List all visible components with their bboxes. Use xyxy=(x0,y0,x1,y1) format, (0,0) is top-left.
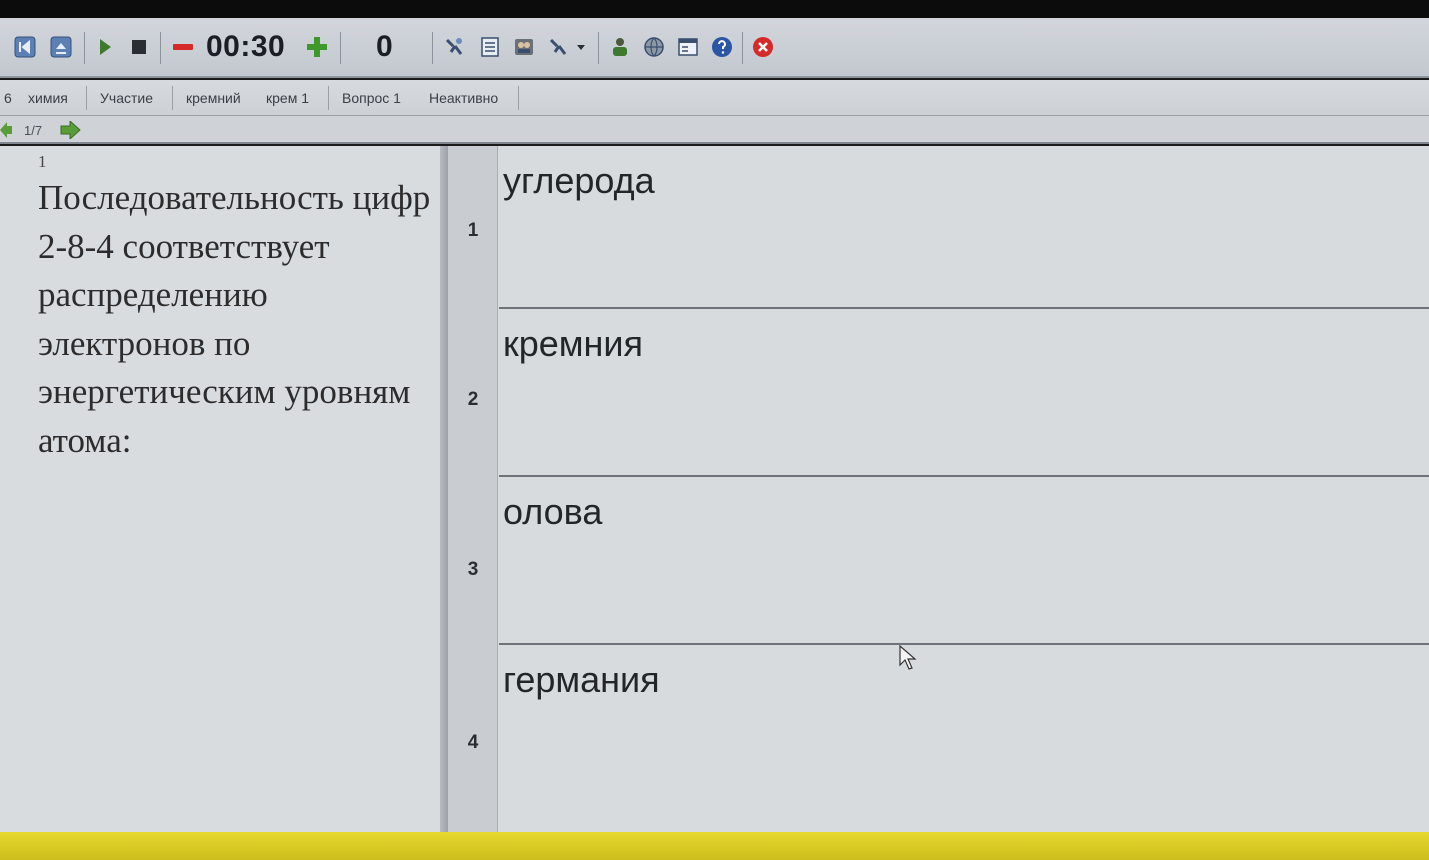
toolbar-separator xyxy=(432,32,433,64)
answer-list: 1 2 3 4 углерода кремния олова германия xyxy=(448,146,1429,832)
globe-icon[interactable] xyxy=(643,36,665,58)
first-page-icon[interactable] xyxy=(14,36,36,58)
timer-display: 00:30 xyxy=(206,30,286,63)
answer-number: 2 xyxy=(467,389,479,410)
answer-number: 1 xyxy=(467,220,479,241)
screen-bottom-edge xyxy=(0,832,1429,860)
answer-number-column: 1 2 3 4 xyxy=(448,146,498,832)
toolbar: 00:30 0 xyxy=(0,18,1429,78)
toolbar-separator xyxy=(742,32,743,64)
question-number: 1 xyxy=(38,152,47,171)
toolbar-separator xyxy=(598,32,599,64)
window-icon[interactable] xyxy=(677,36,699,58)
question-panel: 1 Последовательность цифр 2-8-4 соответс… xyxy=(0,146,440,832)
answer-option[interactable]: углерода xyxy=(499,146,1429,309)
help-icon[interactable] xyxy=(711,36,733,58)
answer-number: 3 xyxy=(467,559,479,580)
page-navigation: 1/7 xyxy=(0,116,1429,144)
mouse-pointer-icon xyxy=(899,644,917,676)
status-separator xyxy=(172,86,173,110)
stop-icon[interactable] xyxy=(128,36,150,58)
question-text: Последовательность цифр 2-8-4 соответств… xyxy=(38,178,431,460)
status-separator xyxy=(328,86,329,110)
page-counter: 1/7 xyxy=(24,123,43,138)
toolbar-separator xyxy=(160,32,161,64)
person-icon[interactable] xyxy=(609,36,631,58)
tool-icon[interactable] xyxy=(443,36,465,58)
panel-splitter[interactable] xyxy=(440,146,448,832)
previous-arrow-icon[interactable] xyxy=(0,122,14,141)
screen-bezel xyxy=(0,0,1429,18)
mode-label: Участие xyxy=(100,90,153,106)
topic-label: кремний xyxy=(186,90,241,106)
answer-number: 4 xyxy=(467,732,479,753)
activity-status: Неактивно xyxy=(429,90,499,106)
next-arrow-icon[interactable] xyxy=(59,119,81,142)
toolbar-separator xyxy=(340,32,341,64)
users-icon[interactable] xyxy=(513,36,535,58)
answer-text: германия xyxy=(503,659,660,700)
answer-text: углерода xyxy=(503,160,655,201)
toolbar-separator xyxy=(84,32,85,64)
answer-text: кремния xyxy=(503,323,644,364)
answer-text: олова xyxy=(503,491,603,532)
subject-label: химия xyxy=(28,90,68,106)
answer-option[interactable]: олова xyxy=(499,477,1429,645)
close-icon[interactable] xyxy=(752,36,774,58)
status-separator xyxy=(518,86,519,110)
question-label: Вопрос 1 xyxy=(342,90,401,106)
group-label: 6 xyxy=(4,90,12,106)
answer-option[interactable]: кремния xyxy=(499,309,1429,477)
page-up-icon[interactable] xyxy=(50,36,72,58)
document-icon[interactable] xyxy=(479,36,501,58)
plus-icon[interactable] xyxy=(306,36,328,58)
score-display: 0 xyxy=(376,30,393,63)
test-label: крем 1 xyxy=(266,90,309,106)
chevron-down-icon[interactable] xyxy=(574,36,588,58)
play-icon[interactable] xyxy=(94,36,116,58)
status-bar: 6 химия Участие кремний крем 1 Вопрос 1 … xyxy=(0,80,1429,116)
answer-option[interactable]: германия xyxy=(499,645,1429,832)
tool-dropdown-icon[interactable] xyxy=(547,36,569,58)
minus-icon[interactable] xyxy=(172,36,194,58)
status-separator xyxy=(86,86,87,110)
